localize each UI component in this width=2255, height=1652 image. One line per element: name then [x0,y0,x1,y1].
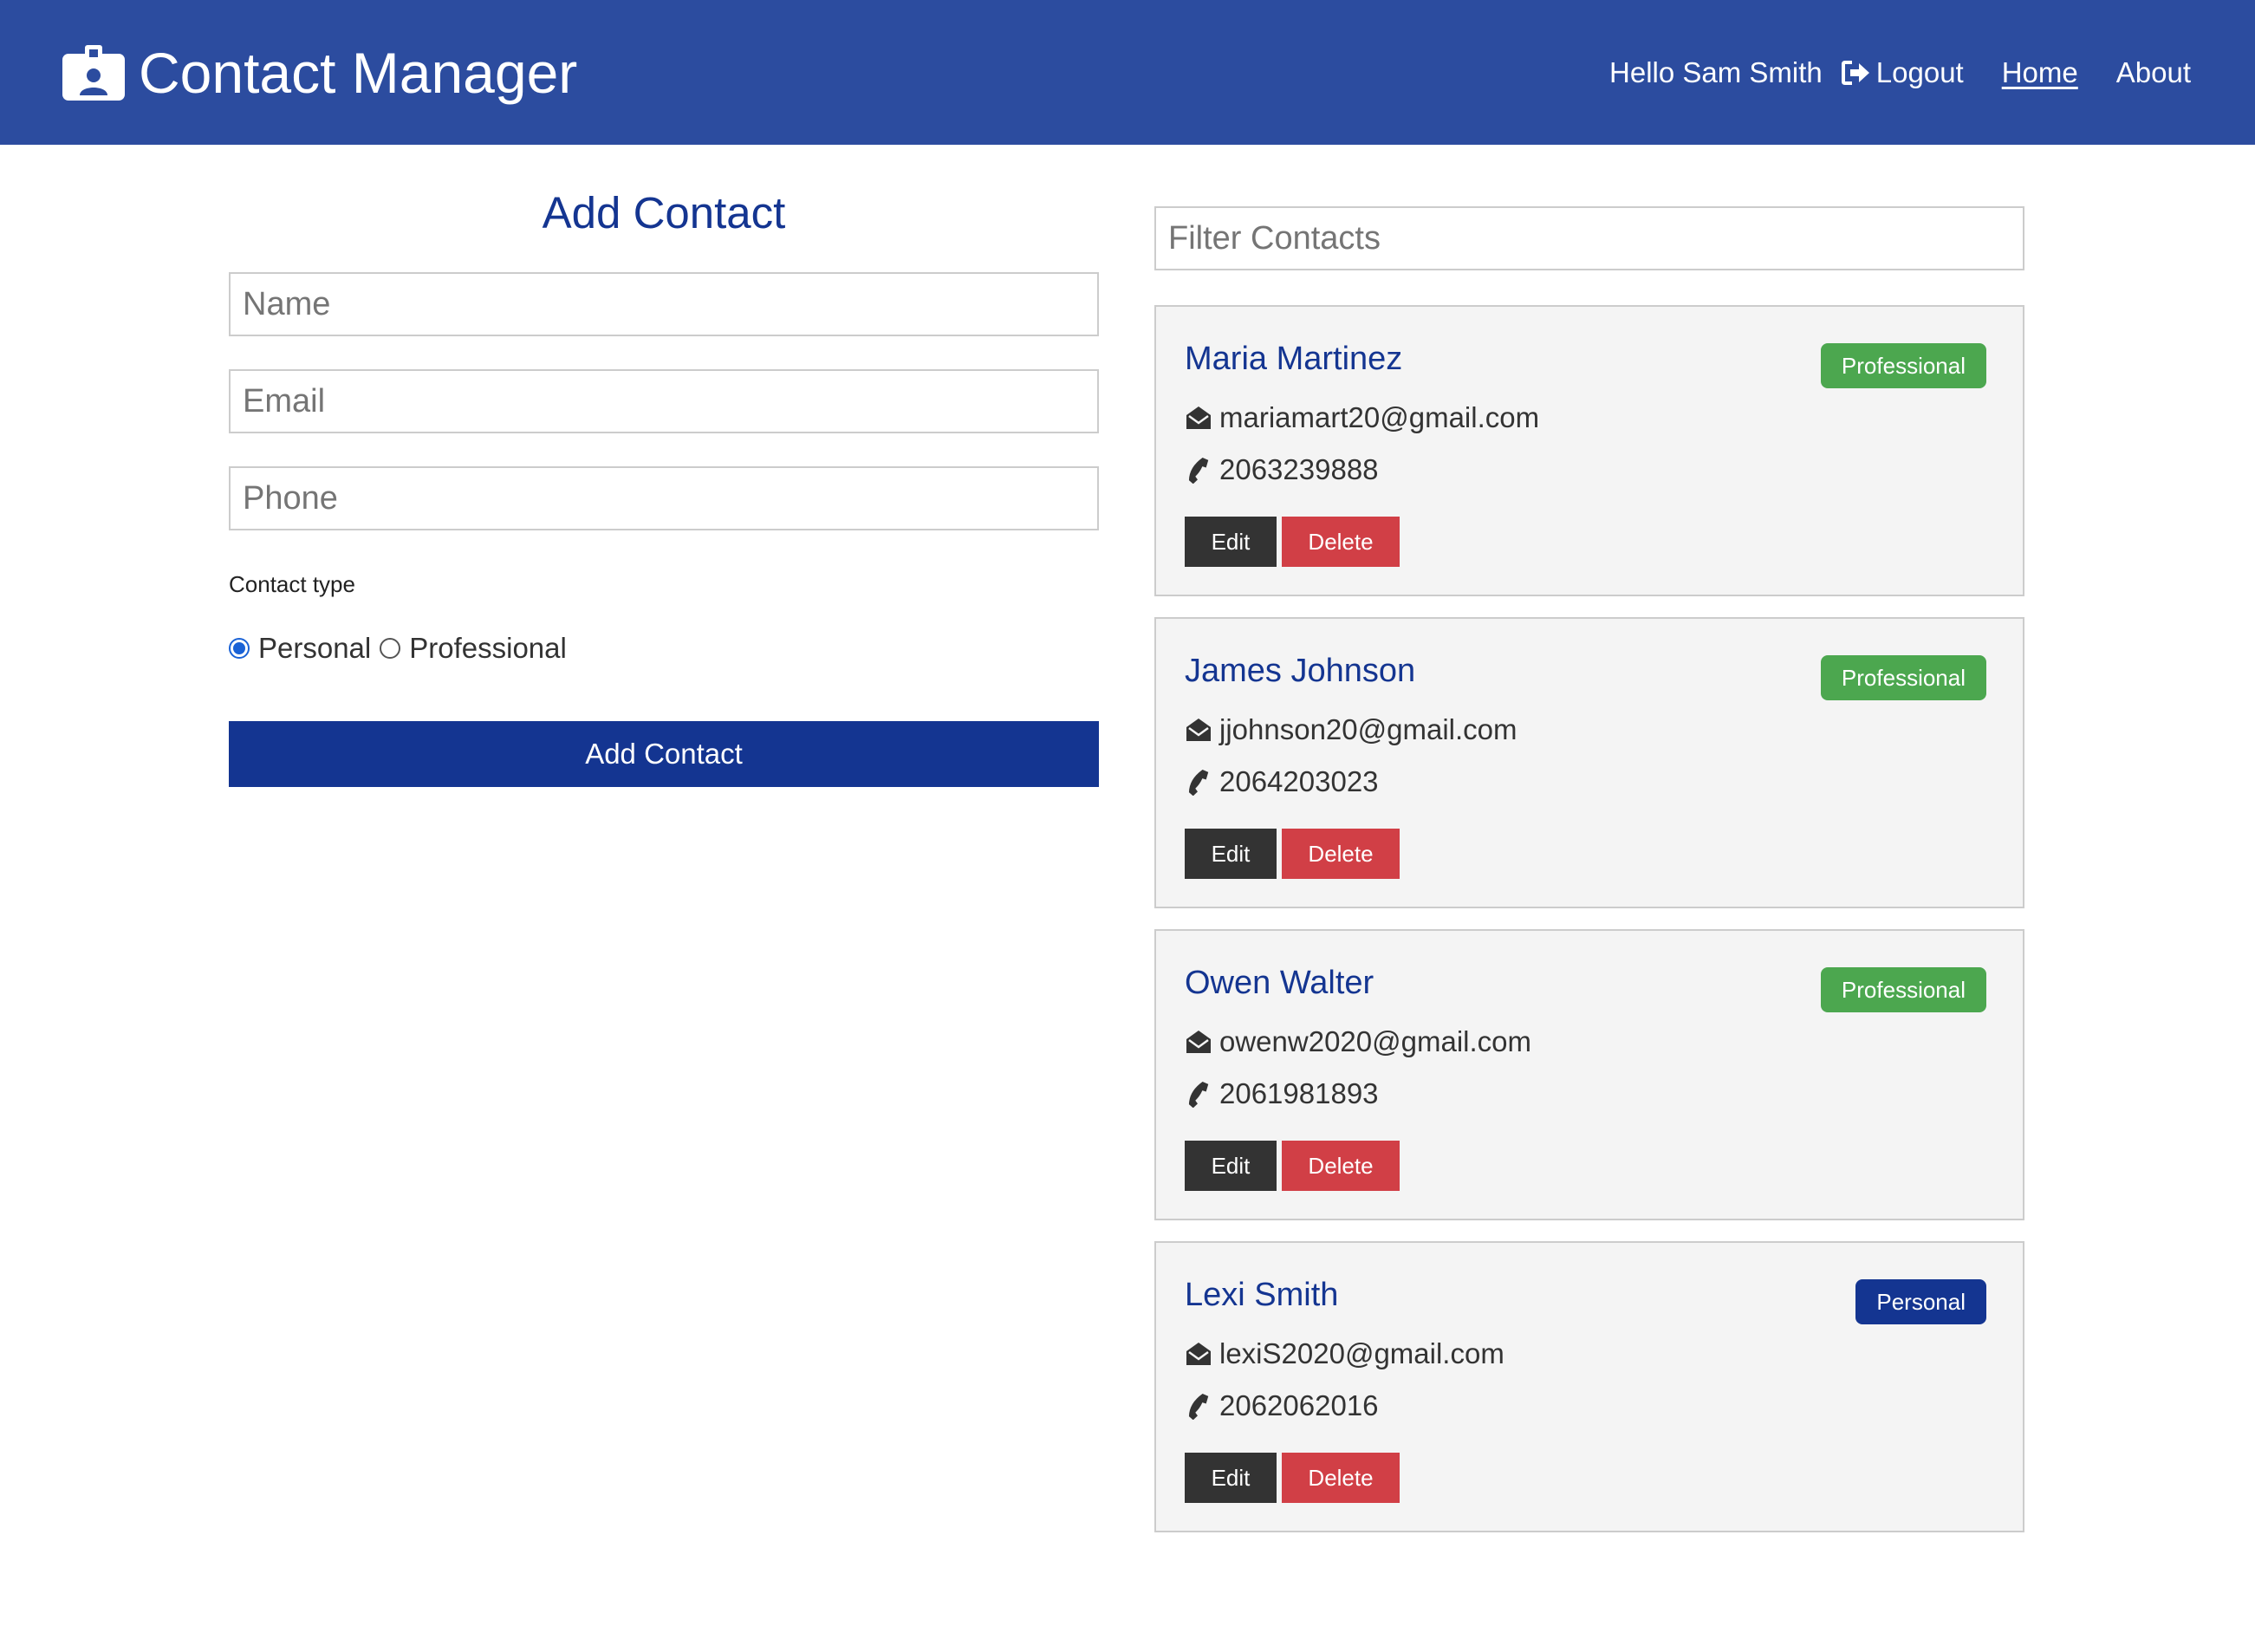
delete-button[interactable]: Delete [1282,829,1400,879]
phone-icon [1188,769,1209,796]
contact-name: Maria Martinez [1185,341,1403,377]
user-greeting: Hello Sam Smith [1609,55,1823,88]
contact-email-row: owenw2020@gmail.com [1185,1023,1531,1061]
contact-name: Owen Walter [1185,965,1374,1001]
contact-name: James Johnson [1185,653,1416,689]
card-actions: Edit Delete [1185,1141,1400,1191]
contact-cards: Maria Martinez Professional mariamart20@… [1154,305,2024,1532]
radio-personal[interactable] [229,638,250,659]
contact-type-badge: Professional [1820,343,1986,388]
app-title: Contact Manager [139,40,578,105]
card-actions: Edit Delete [1185,1453,1400,1503]
phone-icon [1188,457,1209,484]
envelope-open-icon [1186,1343,1211,1365]
contact-phone: 2063239888 [1219,453,1379,485]
filter-contacts-input[interactable] [1154,206,2024,270]
contact-email: jjohnson20@gmail.com [1219,713,1517,745]
contact-email-row: jjohnson20@gmail.com [1185,711,1517,749]
name-input[interactable] [229,272,1099,336]
envelope-open-icon [1186,406,1211,429]
contact-type-badge: Personal [1855,1279,1986,1324]
contact-name: Lexi Smith [1185,1277,1339,1313]
contact-phone-row: 2063239888 [1185,451,1379,489]
sign-out-icon [1841,60,1869,85]
contact-card: Owen Walter Professional owenw2020@gmail… [1154,929,2024,1220]
contact-email-row: lexiS2020@gmail.com [1185,1335,1504,1373]
nav-link-home[interactable]: Home [2002,56,2078,89]
logout-label: Logout [1875,55,1964,88]
navbar: Contact Manager Hello Sam Smith Logout H… [0,0,2255,145]
edit-button[interactable]: Edit [1185,517,1277,567]
contact-card: James Johnson Professional jjohnson20@gm… [1154,617,2024,908]
edit-button[interactable]: Edit [1185,1453,1277,1503]
nav-link-about[interactable]: About [2116,56,2191,89]
radio-professional[interactable] [380,638,401,659]
contact-phone-row: 2062062016 [1185,1387,1379,1425]
contact-phone-row: 2061981893 [1185,1075,1379,1113]
contact-card: Lexi Smith Personal lexiS2020@gmail.com … [1154,1241,2024,1532]
edit-button[interactable]: Edit [1185,1141,1277,1191]
contact-email: mariamart20@gmail.com [1219,401,1540,433]
contact-card: Maria Martinez Professional mariamart20@… [1154,305,2024,596]
contact-email-row: mariamart20@gmail.com [1185,399,1539,437]
contact-type-badge: Professional [1820,967,1986,1012]
delete-button[interactable]: Delete [1282,517,1400,567]
form-title: Add Contact [542,188,786,237]
add-contact-button[interactable]: Add Contact [229,721,1099,787]
envelope-open-icon [1186,719,1211,741]
contact-type-radio-group: Personal Professional [229,631,1099,666]
card-actions: Edit Delete [1185,829,1400,879]
contact-email: owenw2020@gmail.com [1219,1025,1532,1057]
radio-personal-label[interactable]: Personal [258,632,371,665]
contact-phone: 2061981893 [1219,1077,1379,1109]
contact-phone: 2062062016 [1219,1389,1379,1421]
phone-icon [1188,1081,1209,1108]
nav-right: Hello Sam Smith Logout Home About [1609,56,2191,89]
add-contact-form: Add Contact Contact type Personal Profes… [229,173,1099,787]
email-input[interactable] [229,369,1099,433]
id-badge-icon [62,44,125,101]
logout-link[interactable]: Logout [1841,55,1964,89]
card-actions: Edit Delete [1185,517,1400,567]
phone-icon [1188,1393,1209,1420]
contact-type-label: Contact type [229,571,355,597]
contact-phone-row: 2064203023 [1185,763,1379,801]
contact-list: Maria Martinez Professional mariamart20@… [1154,206,2024,1532]
contact-type-badge: Professional [1820,655,1986,700]
phone-input[interactable] [229,466,1099,530]
envelope-open-icon [1186,1031,1211,1053]
contact-email: lexiS2020@gmail.com [1219,1337,1504,1369]
contact-phone: 2064203023 [1219,765,1379,797]
radio-professional-label[interactable]: Professional [409,632,567,665]
brand[interactable]: Contact Manager [62,40,577,106]
delete-button[interactable]: Delete [1282,1453,1400,1503]
edit-button[interactable]: Edit [1185,829,1277,879]
delete-button[interactable]: Delete [1282,1141,1400,1191]
